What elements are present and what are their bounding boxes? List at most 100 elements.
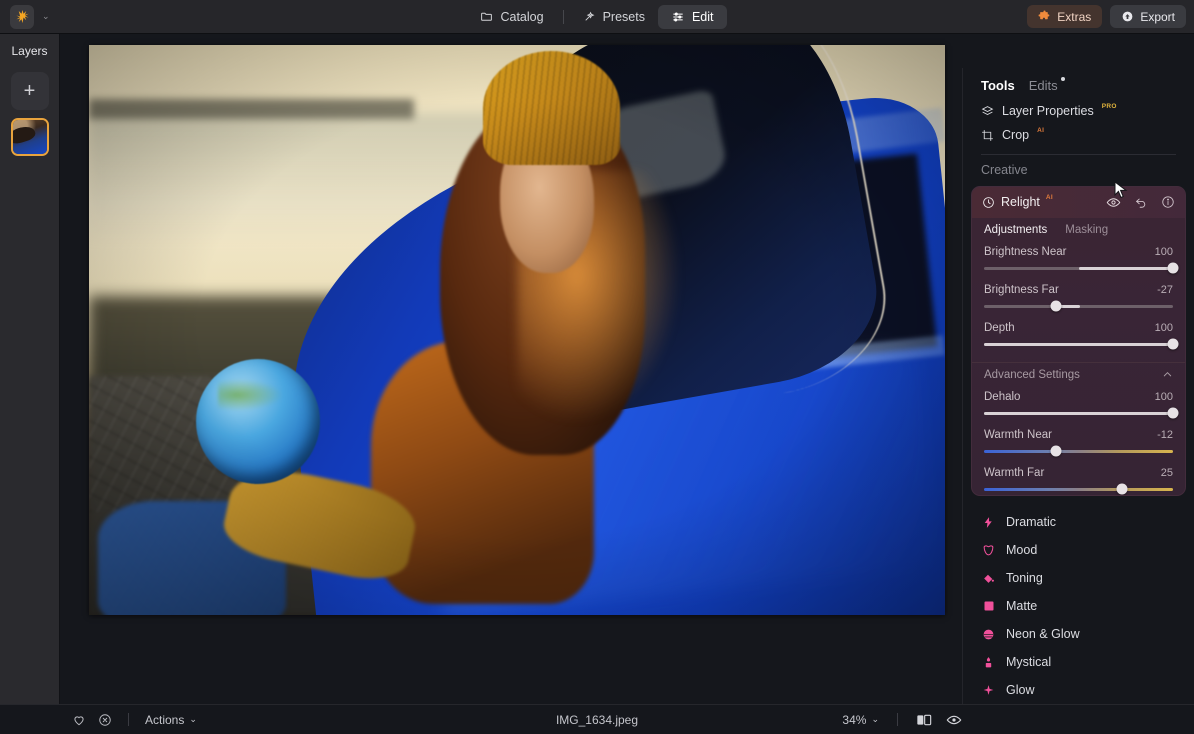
advanced-settings-label: Advanced Settings — [984, 368, 1080, 381]
zoom-level-label: 34% — [842, 712, 867, 727]
creative-preset-list: Dramatic Mood Toning Matte Neon & Glow M… — [963, 496, 1194, 704]
photo-vignette — [89, 45, 945, 615]
slider-warmth-near-head: Warmth Near -12 — [984, 429, 1173, 441]
section-creative-label: Creative — [981, 162, 1028, 177]
tab-catalog[interactable]: Catalog — [467, 5, 556, 29]
bottom-toolbar: Actions ⌄ IMG_1634.jpeg 34% ⌄ — [0, 704, 1194, 734]
actions-label: Actions — [145, 712, 185, 727]
slider-brightness-near-value: 100 — [1154, 245, 1173, 258]
slider-warmth-far-track[interactable] — [984, 483, 1173, 495]
undo-icon[interactable] — [1134, 195, 1148, 209]
slider-warmth-far-thumb[interactable] — [1116, 483, 1128, 495]
relight-card: Relight AI Adjustments Masking Brightnes… — [971, 185, 1186, 496]
slider-warmth-far: Warmth Far 25 — [984, 466, 1173, 495]
slider-dehalo-track[interactable] — [984, 407, 1179, 419]
square-icon — [981, 600, 996, 612]
preset-neon-glow-label: Neon & Glow — [1006, 627, 1080, 641]
advanced-sliders: Dehalo 100 Warmth Near -12 Warmth Far 25 — [972, 383, 1185, 495]
bottombar-left-group: Actions ⌄ — [0, 713, 197, 727]
relight-header-actions — [1106, 195, 1175, 210]
layers-icon — [981, 105, 994, 115]
actions-menu[interactable]: Actions ⌄ — [145, 713, 197, 727]
slider-brightness-far-thumb[interactable] — [1050, 300, 1062, 312]
export-label: Export — [1140, 9, 1175, 24]
slider-brightness-far-label: Brightness Far — [984, 283, 1059, 296]
slider-fill — [1078, 266, 1173, 270]
preset-glow[interactable]: Glow — [963, 676, 1194, 704]
preset-mystical[interactable]: Mystical — [963, 648, 1194, 676]
eye-icon[interactable] — [1106, 195, 1121, 210]
slider-brightness-near-head: Brightness Near 100 — [984, 246, 1173, 258]
slider-dehalo: Dehalo 100 — [984, 391, 1179, 419]
wand-icon — [584, 11, 595, 21]
tab-edit[interactable]: Edit — [657, 4, 727, 29]
photo-preview[interactable] — [89, 45, 945, 615]
slider-brightness-near: Brightness Near 100 — [984, 246, 1179, 274]
slider-brightness-far-track[interactable] — [984, 300, 1173, 312]
slider-warmth-near-track[interactable] — [984, 445, 1173, 457]
slider-brightness-near-track[interactable] — [984, 262, 1179, 274]
main-tabs: Catalog Presets Edit — [0, 0, 1194, 33]
slider-brightness-far: Brightness Far -27 — [984, 284, 1173, 312]
relight-subtabs: Adjustments Masking — [972, 218, 1185, 238]
ai-badge: AI — [1037, 126, 1045, 134]
relight-title-group: Relight AI — [982, 194, 1053, 209]
slider-depth-thumb[interactable] — [1167, 338, 1179, 350]
heart-icon[interactable] — [72, 713, 86, 727]
relight-icon — [983, 197, 994, 208]
before-after-icon[interactable] — [916, 713, 932, 727]
add-layer-label: + — [23, 79, 36, 102]
subtab-adjustments[interactable]: Adjustments — [984, 224, 1047, 236]
export-button[interactable]: Export — [1110, 5, 1186, 28]
slider-warmth-far-label: Warmth Far — [984, 466, 1045, 479]
slider-depth-track[interactable] — [984, 338, 1179, 350]
tab-edits[interactable]: Edits — [1028, 77, 1065, 93]
zoom-control[interactable]: 34% ⌄ — [842, 713, 879, 727]
preset-mood[interactable]: Mood — [963, 536, 1194, 564]
layer-thumbnail[interactable] — [10, 118, 49, 156]
chevron-down-icon[interactable]: ⌄ — [38, 11, 54, 22]
topbar-left-group: ⌄ — [0, 4, 54, 29]
preview-eye-icon[interactable] — [946, 713, 962, 727]
slider-depth-label: Depth — [984, 321, 1015, 334]
tab-presets[interactable]: Presets — [570, 5, 658, 29]
sunburst-icon[interactable] — [10, 4, 34, 29]
slider-depth-head: Depth 100 — [984, 322, 1173, 334]
tab-edits-label: Edits — [1028, 78, 1058, 93]
slider-warmth-near-thumb[interactable] — [1050, 445, 1062, 457]
mask-icon — [981, 544, 996, 557]
tool-layer-properties-label: Layer Properties — [1002, 104, 1094, 118]
tools-divider — [981, 154, 1176, 155]
info-icon[interactable] — [1161, 195, 1175, 209]
preset-toning[interactable]: Toning — [963, 564, 1194, 592]
extras-label: Extras — [1057, 9, 1092, 24]
slider-warmth-near-value: -12 — [1157, 428, 1173, 441]
top-toolbar: ⌄ Catalog Presets Edit Extras Export — [0, 0, 1194, 34]
preset-dramatic-label: Dramatic — [1006, 515, 1057, 529]
relight-header[interactable]: Relight AI — [972, 186, 1185, 218]
slider-warmth-near-label: Warmth Near — [984, 428, 1052, 441]
tab-tools-label: Tools — [981, 78, 1015, 93]
extras-button[interactable]: Extras — [1027, 5, 1103, 28]
tool-crop[interactable]: Crop AI — [963, 123, 1194, 147]
tab-edit-label: Edit — [691, 9, 714, 24]
slider-brightness-near-thumb[interactable] — [1167, 262, 1179, 274]
crop-icon — [982, 129, 993, 141]
preset-neon-glow[interactable]: Neon & Glow — [963, 620, 1194, 648]
slider-brightness-far-head: Brightness Far -27 — [984, 284, 1173, 296]
preset-matte[interactable]: Matte — [963, 592, 1194, 620]
candle-icon — [981, 656, 996, 669]
preset-dramatic[interactable]: Dramatic — [963, 508, 1194, 536]
sphere-icon — [981, 628, 996, 641]
slider-warmth-near: Warmth Near -12 — [984, 429, 1173, 457]
advanced-settings-header[interactable]: Advanced Settings — [972, 361, 1185, 383]
edits-indicator-dot — [1060, 77, 1065, 81]
tool-layer-properties[interactable]: Layer Properties PRO — [963, 99, 1194, 123]
slider-fill — [984, 342, 1173, 346]
tab-tools[interactable]: Tools — [981, 78, 1015, 93]
chevron-up-icon[interactable] — [1162, 369, 1173, 380]
add-layer-button[interactable]: + — [10, 72, 49, 110]
subtab-masking[interactable]: Masking — [1065, 224, 1108, 236]
slider-dehalo-thumb[interactable] — [1167, 407, 1179, 419]
circle-x-icon[interactable] — [98, 713, 112, 727]
